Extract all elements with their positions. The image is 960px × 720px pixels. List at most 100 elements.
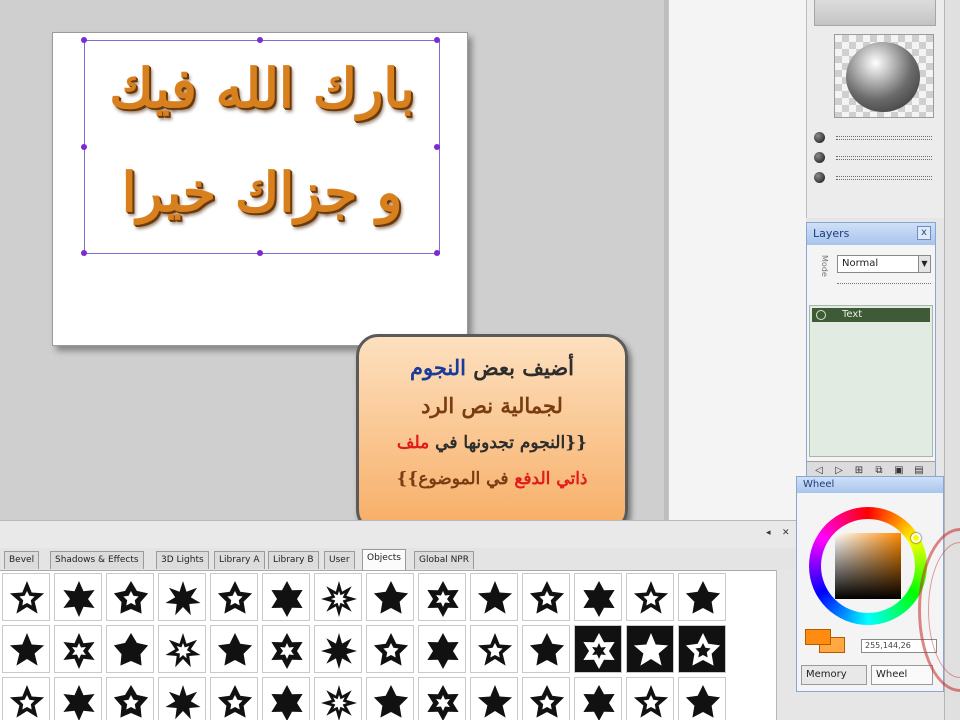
star-object-thumbnail[interactable] — [522, 625, 570, 673]
selection-handle[interactable] — [81, 144, 87, 150]
selection-handle[interactable] — [257, 250, 263, 256]
tab-user[interactable]: User — [324, 551, 355, 569]
star-object-thumbnail[interactable] — [2, 677, 50, 720]
callout-line-3: {{النجوم تجدونها في ملف — [369, 425, 615, 461]
star-object-thumbnail[interactable] — [574, 573, 622, 621]
layer-item-text[interactable]: Text — [812, 308, 930, 322]
selection-handle[interactable] — [81, 250, 87, 256]
star-object-thumbnail[interactable] — [418, 625, 466, 673]
close-icon[interactable]: ✕ — [782, 528, 792, 538]
tab-objects[interactable]: Objects — [362, 549, 407, 570]
star-object-thumbnail[interactable] — [366, 625, 414, 673]
saturation-value-square[interactable] — [835, 533, 901, 599]
star-object-thumbnail[interactable] — [158, 677, 206, 720]
panel-top-button[interactable] — [814, 0, 936, 26]
tab-global-npr[interactable]: Global NPR — [414, 551, 474, 569]
layer-opacity-slider[interactable] — [837, 283, 931, 291]
star-object-thumbnail[interactable] — [262, 625, 310, 673]
star-object-thumbnail[interactable] — [678, 573, 726, 621]
star-shape — [9, 633, 45, 666]
star-object-thumbnail[interactable] — [54, 677, 102, 720]
tab-memory[interactable]: Memory — [801, 665, 867, 685]
star-object-thumbnail[interactable] — [158, 625, 206, 673]
star-icon — [685, 581, 721, 614]
star-object-thumbnail[interactable] — [210, 625, 258, 673]
star-object-thumbnail[interactable] — [314, 677, 362, 720]
callout-line-4: ذاتي الدفع في الموضوع}} — [369, 461, 615, 497]
tab-3d-lights[interactable]: 3D Lights — [156, 551, 209, 569]
star-object-thumbnail[interactable] — [418, 677, 466, 720]
star-object-thumbnail[interactable] — [210, 677, 258, 720]
star-object-thumbnail[interactable] — [106, 677, 154, 720]
tab-shadows-effects[interactable]: Shadows & Effects — [50, 551, 144, 569]
star-object-thumbnail[interactable] — [626, 625, 674, 673]
star-shape — [529, 633, 565, 666]
tab-library-b[interactable]: Library B — [268, 551, 319, 569]
star-shape — [217, 633, 253, 666]
selection-handle[interactable] — [434, 250, 440, 256]
callout-highlight-stars: النجوم — [409, 355, 466, 380]
star-object-thumbnail[interactable] — [470, 625, 518, 673]
star-object-thumbnail[interactable] — [678, 677, 726, 720]
star-object-thumbnail[interactable] — [522, 677, 570, 720]
blend-mode-select[interactable]: Normal ▼ — [837, 255, 931, 273]
star-object-thumbnail[interactable] — [470, 677, 518, 720]
preview-slider[interactable] — [814, 152, 936, 164]
star-icon — [63, 581, 95, 617]
star-icon — [427, 633, 459, 669]
star-shape — [271, 685, 303, 720]
star-object-thumbnail[interactable] — [54, 625, 102, 673]
instruction-callout: أضيف بعض النجوم لجمالية نص الرد {{النجوم… — [356, 334, 628, 532]
star-object-thumbnail[interactable] — [626, 573, 674, 621]
hue-knob[interactable] — [911, 533, 921, 543]
star-object-thumbnail[interactable] — [2, 573, 50, 621]
star-icon — [685, 685, 721, 718]
star-object-thumbnail[interactable] — [574, 677, 622, 720]
star-object-thumbnail[interactable] — [314, 573, 362, 621]
callout-line-1-text: أضيف بعض — [465, 355, 575, 380]
star-object-thumbnail[interactable] — [574, 625, 622, 673]
star-object-thumbnail[interactable] — [158, 573, 206, 621]
star-object-thumbnail[interactable] — [366, 677, 414, 720]
star-object-thumbnail[interactable] — [106, 573, 154, 621]
library-panel-header: ◂ ✕ — [0, 520, 796, 548]
star-object-thumbnail[interactable] — [106, 625, 154, 673]
star-icon — [427, 685, 459, 720]
tab-bevel[interactable]: Bevel — [4, 551, 40, 569]
star-icon — [165, 581, 201, 616]
selection-handle[interactable] — [81, 37, 87, 43]
preview-slider[interactable] — [814, 172, 936, 184]
selection-handle[interactable] — [434, 37, 440, 43]
star-object-thumbnail[interactable] — [470, 573, 518, 621]
star-icon — [217, 581, 253, 614]
star-object-thumbnail[interactable] — [2, 625, 50, 673]
star-object-thumbnail[interactable] — [262, 677, 310, 720]
star-object-thumbnail[interactable] — [366, 573, 414, 621]
star-object-thumbnail[interactable] — [522, 573, 570, 621]
preview-slider[interactable] — [814, 132, 936, 144]
library-scrollbar[interactable] — [776, 570, 796, 720]
star-object-thumbnail[interactable] — [54, 573, 102, 621]
selection-handle[interactable] — [257, 37, 263, 43]
star-shape — [165, 581, 201, 616]
star-shape — [685, 581, 721, 614]
star-icon — [529, 581, 565, 614]
tab-wheel[interactable]: Wheel — [871, 665, 933, 685]
star-object-thumbnail[interactable] — [314, 625, 362, 673]
close-icon[interactable]: x — [917, 226, 931, 240]
tab-library-a[interactable]: Library A — [214, 551, 265, 569]
slider-track — [836, 176, 932, 180]
star-object-thumbnail[interactable] — [210, 573, 258, 621]
pin-icon[interactable]: ◂ — [766, 528, 776, 538]
star-object-thumbnail[interactable] — [418, 573, 466, 621]
chevron-down-icon[interactable]: ▼ — [918, 256, 930, 272]
star-icon — [113, 581, 149, 614]
selection-handle[interactable] — [434, 144, 440, 150]
visibility-eye-icon[interactable] — [816, 310, 826, 320]
star-object-thumbnail[interactable] — [626, 677, 674, 720]
star-object-thumbnail[interactable] — [262, 573, 310, 621]
star-object-thumbnail[interactable] — [678, 625, 726, 673]
star-icon — [321, 685, 357, 720]
star-shape — [113, 633, 149, 666]
foreground-color-swatch[interactable] — [805, 629, 831, 645]
